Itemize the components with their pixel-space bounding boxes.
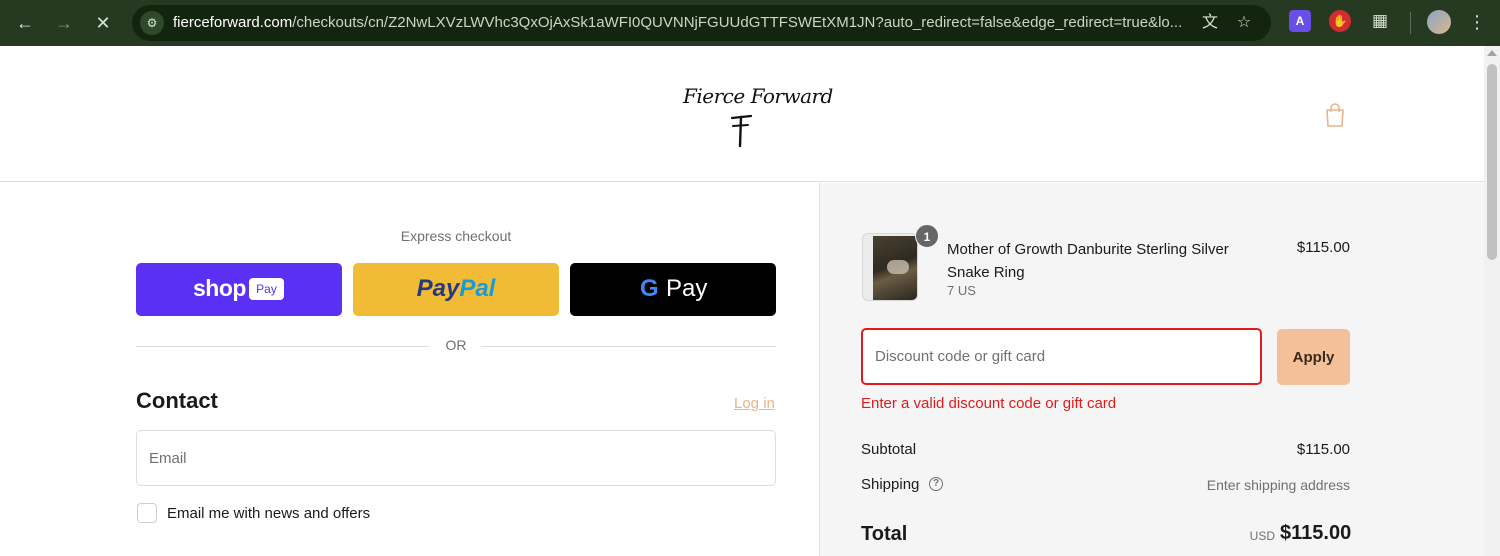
profile-avatar[interactable]	[1427, 10, 1451, 34]
or-text: OR	[445, 337, 467, 353]
url-text[interactable]: fierceforward.com/checkouts/cn/Z2NwLXVzL…	[173, 14, 1193, 32]
shipping-label: Shipping	[861, 476, 920, 493]
extension-a-icon[interactable]: A	[1289, 10, 1311, 32]
logo-f-mark-icon	[730, 114, 753, 148]
discount-error-message: Enter a valid discount code or gift card	[861, 395, 1117, 412]
translate-icon[interactable]: 文	[1198, 11, 1222, 35]
google-pay-label: Pay	[666, 275, 708, 302]
login-link[interactable]: Log in	[734, 395, 775, 412]
shop-pay-badge: Pay	[249, 278, 284, 300]
newsletter-label[interactable]: Email me with news and offers	[167, 505, 370, 522]
total-label: Total	[861, 523, 908, 545]
toolbar-divider	[1410, 12, 1411, 34]
product-variant: 7 US	[947, 283, 976, 298]
shop-pay-button[interactable]: shop Pay	[136, 263, 342, 316]
product-name: Mother of Growth Danburite Sterling Silv…	[947, 241, 1229, 281]
apply-discount-button[interactable]: Apply	[1277, 329, 1350, 385]
scrollbar-thumb[interactable]	[1487, 64, 1497, 260]
paypal-button[interactable]: PayPal	[353, 263, 559, 316]
page-scrollbar[interactable]	[1484, 46, 1500, 556]
checkout-header: Fierce Forward	[0, 46, 1484, 182]
address-bar[interactable]: ⚙ fierceforward.com/checkouts/cn/Z2NwLXV…	[132, 5, 1271, 41]
or-divider: OR	[136, 337, 776, 355]
google-pay-button[interactable]: G Pay	[570, 263, 776, 316]
contact-heading: Contact	[136, 388, 218, 413]
express-checkout-label: Express checkout	[400, 228, 512, 244]
product-thumbnail	[862, 233, 918, 301]
discount-code-input[interactable]	[861, 328, 1262, 385]
checkout-page: Fierce Forward Express checkout shop Pay…	[0, 46, 1484, 556]
stop-loading-icon[interactable]: ✕	[91, 11, 115, 35]
total-value: $115.00	[1280, 522, 1352, 544]
subtotal-value: $115.00	[1296, 441, 1350, 458]
site-info-icon[interactable]: ⚙	[140, 11, 164, 35]
email-field[interactable]	[136, 430, 776, 486]
shop-pay-wordmark: shop	[193, 275, 246, 301]
logo-wordmark: Fierce Forward	[683, 84, 833, 108]
back-icon[interactable]: ←	[13, 11, 37, 35]
order-summary: 1 Mother of Growth Danburite Sterling Si…	[819, 183, 1484, 556]
forward-icon[interactable]: →	[52, 11, 76, 35]
extensions-puzzle-icon[interactable]: ▦	[1369, 10, 1391, 32]
total-currency: USD	[1249, 529, 1275, 543]
google-g-icon: G	[640, 275, 659, 302]
scroll-up-arrow-icon[interactable]	[1487, 50, 1497, 56]
browser-toolbar: ← → ✕ ⚙ fierceforward.com/checkouts/cn/Z…	[0, 0, 1500, 46]
quantity-badge: 1	[915, 224, 939, 248]
product-price: $115.00	[1296, 239, 1350, 256]
store-logo[interactable]: Fierce Forward	[683, 84, 833, 150]
shipping-value: Enter shipping address	[1206, 477, 1350, 493]
or-line-left	[136, 346, 429, 347]
bookmark-star-icon[interactable]: ☆	[1232, 11, 1256, 35]
shipping-help-icon[interactable]: ?	[929, 477, 943, 491]
subtotal-label: Subtotal	[861, 441, 917, 458]
shopping-bag-icon[interactable]	[1323, 102, 1347, 128]
extension-hand-icon[interactable]: ✋	[1329, 10, 1351, 32]
product-image	[873, 236, 917, 300]
paypal-wordmark: PayPal	[416, 275, 496, 302]
or-line-right	[481, 346, 776, 347]
newsletter-checkbox[interactable]	[137, 503, 157, 523]
browser-menu-icon[interactable]: ⋮	[1467, 10, 1487, 34]
